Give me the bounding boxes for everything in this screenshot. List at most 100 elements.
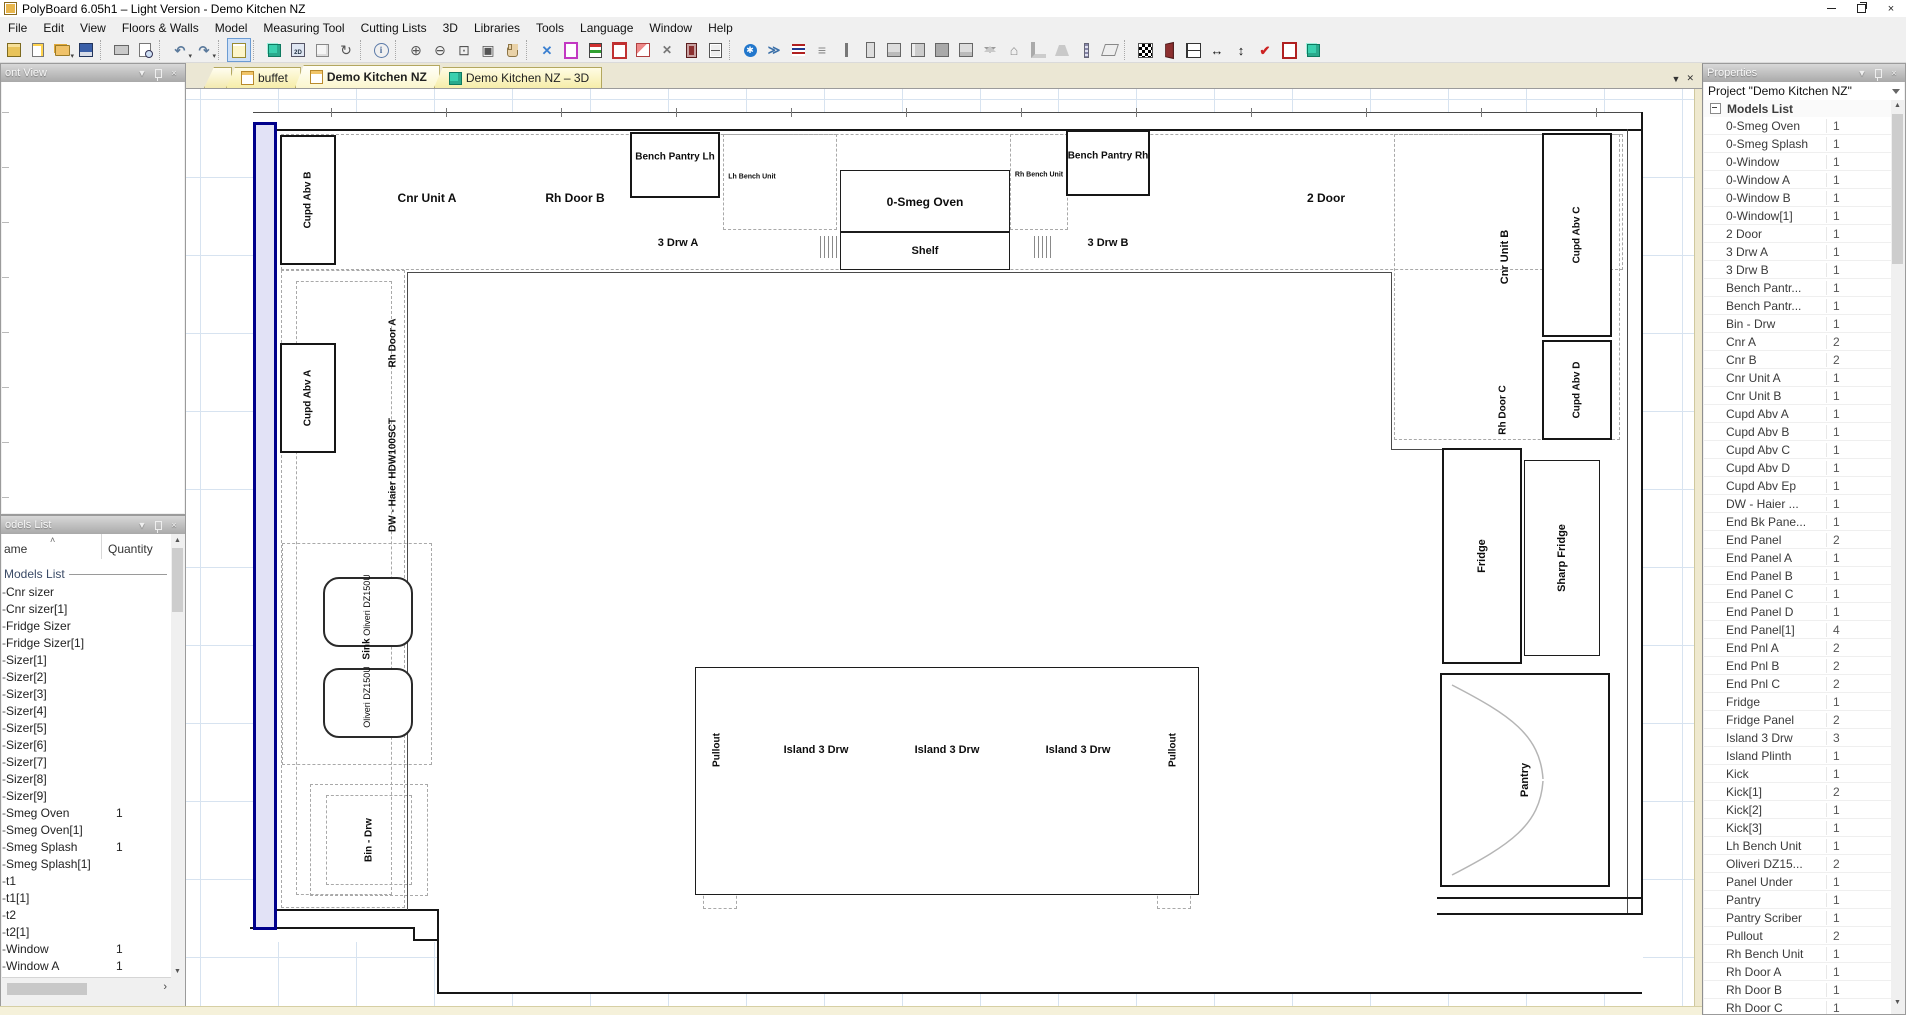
properties-scrollbar[interactable]: ▲ ▼ [1891, 100, 1904, 1014]
shelves-tool-button[interactable] [583, 38, 607, 62]
models-list-row[interactable]: Fridge Sizer[1] [2, 634, 171, 651]
properties-model-row[interactable]: 0-Window[1] 1 [1704, 207, 1891, 225]
collapse-icon[interactable] [1710, 103, 1721, 114]
properties-model-row[interactable]: Cupd Abv B 1 [1704, 423, 1891, 441]
roof-shape-button[interactable]: ⌂ [1002, 38, 1026, 62]
models-list-row[interactable]: Sizer[5] [2, 719, 171, 736]
island-cabinet[interactable] [695, 667, 1199, 895]
door-tool-button[interactable] [559, 38, 583, 62]
scroll-up-icon[interactable]: ▲ [1891, 102, 1904, 109]
drawer-tool-button[interactable] [607, 38, 631, 62]
properties-model-row[interactable]: Cnr B 2 [1704, 351, 1891, 369]
properties-model-row[interactable]: Cupd Abv A 1 [1704, 405, 1891, 423]
menu-item-file[interactable]: File [0, 19, 35, 37]
models-list-row[interactable]: Cnr sizer [2, 583, 171, 600]
close-view-icon[interactable]: ✕ [1686, 73, 1694, 84]
properties-model-row[interactable]: Cnr Unit A 1 [1704, 369, 1891, 387]
properties-model-row[interactable]: 0-Smeg Oven 1 [1704, 117, 1891, 135]
properties-model-row[interactable]: Cnr Unit B 1 [1704, 387, 1891, 405]
close-icon[interactable]: × [167, 519, 181, 532]
properties-model-row[interactable]: End Panel 2 [1704, 531, 1891, 549]
properties-model-row[interactable]: 0-Window A 1 [1704, 171, 1891, 189]
models-list-row[interactable]: Smeg Oven[1] [2, 821, 171, 838]
validate-button[interactable]: ✔ [1253, 38, 1277, 62]
models-list-group-row[interactable]: Models List [1704, 100, 1891, 118]
models-list-row[interactable]: Sizer[1] [2, 651, 171, 668]
pan-button[interactable] [500, 38, 524, 62]
menu-item-libraries[interactable]: Libraries [466, 19, 528, 37]
cabinet-b-button[interactable] [906, 38, 930, 62]
properties-model-row[interactable]: Bench Pantr... 1 [1704, 279, 1891, 297]
models-list-row[interactable]: Smeg Splash[1] [2, 855, 171, 872]
scroll-right-icon[interactable]: › [163, 981, 167, 993]
tab-demo-kitchen-nz[interactable]: Demo Kitchen NZ [294, 65, 440, 88]
hourglass-button[interactable] [978, 38, 1002, 62]
panel-menu-icon[interactable]: ▼ [135, 67, 149, 80]
properties-button[interactable] [227, 38, 251, 62]
scrollbar-thumb[interactable] [1892, 114, 1903, 264]
minimize-button[interactable] [1816, 0, 1846, 17]
zoom-in-button[interactable]: ⊕ [404, 38, 428, 62]
bench-pantry-lh-cabinet[interactable] [630, 132, 720, 198]
models-list-row[interactable]: t2[1] [2, 923, 171, 940]
properties-model-row[interactable]: Kick[1] 2 [1704, 783, 1891, 801]
properties-model-row[interactable]: Bench Pantr... 1 [1704, 297, 1891, 315]
models-list-row[interactable]: Sizer[9] [2, 787, 171, 804]
stretch-h-button[interactable]: ↔ [1205, 38, 1229, 62]
properties-model-row[interactable]: End Panel A 1 [1704, 549, 1891, 567]
properties-model-row[interactable]: End Panel[1] 4 [1704, 621, 1891, 639]
models-list-row[interactable]: Fridge Sizer [2, 617, 171, 634]
properties-model-row[interactable]: Cupd Abv D 1 [1704, 459, 1891, 477]
front-view-canvas[interactable] [2, 82, 184, 513]
properties-model-row[interactable]: DW - Haier ... 1 [1704, 495, 1891, 513]
hinges-button[interactable] [786, 38, 810, 62]
properties-model-row[interactable]: Fridge Panel 2 [1704, 711, 1891, 729]
frame-button[interactable] [1277, 38, 1301, 62]
models-list-row[interactable]: Sizer[7] [2, 753, 171, 770]
properties-model-row[interactable]: 0-Smeg Splash 1 [1704, 135, 1891, 153]
properties-model-row[interactable]: Kick 1 [1704, 765, 1891, 783]
menu-item-floors-walls[interactable]: Floors & Walls [114, 19, 207, 37]
models-list-row[interactable]: Sizer[6] [2, 736, 171, 753]
panel-menu-icon[interactable]: ▼ [135, 519, 149, 532]
bench-pantry-rh-cabinet[interactable] [1066, 130, 1150, 196]
models-list-row[interactable]: Window A 1 [2, 957, 171, 974]
open-button[interactable]: ▾ [50, 38, 74, 62]
column-quantity[interactable]: Quantity [102, 534, 171, 559]
panel-tool-button[interactable] [858, 38, 882, 62]
models-list-row[interactable]: Smeg Splash 1 [2, 838, 171, 855]
properties-model-row[interactable]: Cnr A 2 [1704, 333, 1891, 351]
cabinet-a-button[interactable] [882, 38, 906, 62]
properties-model-row[interactable]: Rh Door A 1 [1704, 963, 1891, 981]
properties-model-row[interactable]: 3 Drw B 1 [1704, 261, 1891, 279]
lh-bench-unit-cabinet[interactable] [723, 134, 837, 230]
project-selector[interactable]: Project "Demo Kitchen NZ" [1704, 82, 1904, 101]
properties-model-row[interactable]: End Panel D 1 [1704, 603, 1891, 621]
pin-icon[interactable] [151, 519, 165, 533]
zoom-window-button[interactable]: ⊡ [452, 38, 476, 62]
render-3d-button[interactable] [1301, 38, 1325, 62]
tab-list-dropdown-icon[interactable]: ▼ [1672, 74, 1681, 84]
swap-tool-button[interactable]: ✕ [655, 38, 679, 62]
properties-model-row[interactable]: End Bk Pane... 1 [1704, 513, 1891, 531]
models-list-row[interactable]: t2 [2, 906, 171, 923]
trapezoid-shape-button[interactable] [1050, 38, 1074, 62]
cutting-list-button[interactable]: 2D [286, 38, 310, 62]
new-model-button[interactable] [26, 38, 50, 62]
properties-model-row[interactable]: End Panel C 1 [1704, 585, 1891, 603]
tab-demo-kitchen-nz-3d[interactable]: Demo Kitchen NZ – 3D [433, 67, 603, 88]
save-button[interactable] [74, 38, 98, 62]
machining-button[interactable]: ≫ [762, 38, 786, 62]
menu-item-language[interactable]: Language [572, 19, 641, 37]
board-shape-button[interactable] [1026, 38, 1050, 62]
new-project-button[interactable] [2, 38, 26, 62]
close-button[interactable]: × [1876, 0, 1906, 17]
models-list-row[interactable]: Sizer[4] [2, 702, 171, 719]
slant-shape-button[interactable] [1098, 38, 1122, 62]
info-button[interactable]: i [369, 38, 393, 62]
properties-model-row[interactable]: End Pnl C 2 [1704, 675, 1891, 693]
print-preview-button[interactable] [133, 38, 157, 62]
close-icon[interactable]: × [1887, 67, 1901, 80]
screw-button[interactable] [1074, 38, 1098, 62]
close-icon[interactable]: × [167, 67, 181, 80]
